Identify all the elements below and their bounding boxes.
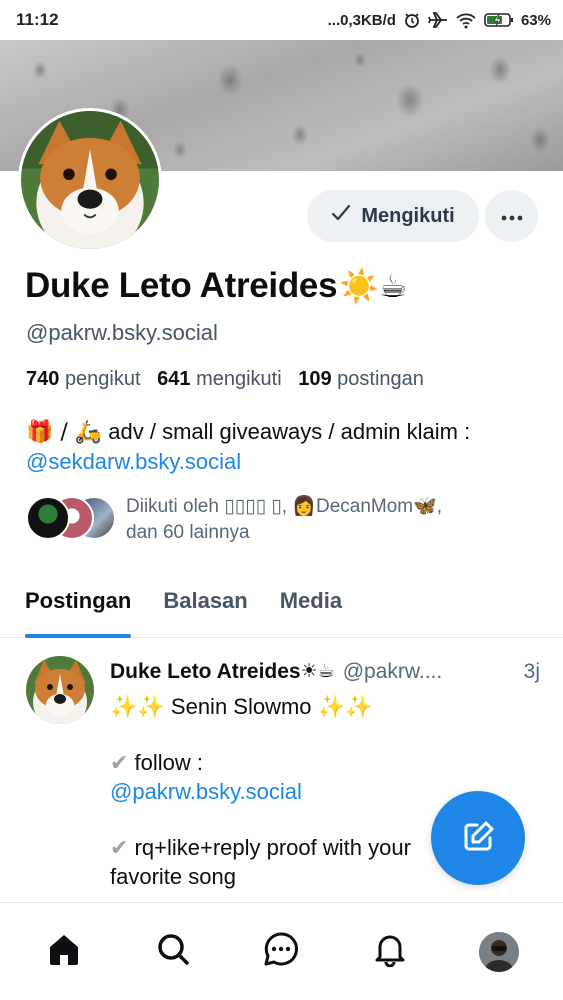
followed-by-line-1: Diikuti oleh ▯▯▯▯ ▯, 👩DecanMom🦋,	[126, 496, 443, 517]
post-line-2: ✔ follow :	[110, 748, 550, 777]
display-name-emoji: ☀️☕	[339, 267, 408, 305]
network-speed: ...0,3KB/d	[327, 11, 396, 29]
bio-line-1: 🎁 / 🛵 adv / small giveaways / admin klai…	[26, 417, 546, 447]
post-author-avatar[interactable]	[26, 656, 94, 724]
notifications-icon	[372, 931, 408, 972]
compose-button[interactable]	[431, 791, 525, 885]
sparkles-icon: ✨✨	[110, 695, 165, 720]
tab-balasan[interactable]: Balasan	[163, 582, 247, 638]
check-icon: ✔	[110, 751, 129, 776]
profile-avatar-icon	[478, 931, 519, 972]
checkmark-icon	[331, 204, 351, 228]
posts-count: 109	[298, 368, 332, 390]
bottom-nav	[0, 902, 563, 1000]
followers-label: pengikut	[64, 368, 141, 390]
followed-by[interactable]: Diikuti oleh ▯▯▯▯ ▯, 👩DecanMom🦋, dan 60 …	[26, 494, 526, 546]
alarm-icon	[403, 11, 421, 29]
nav-notifications[interactable]	[360, 922, 420, 982]
wifi-icon	[455, 11, 477, 29]
follower-avatar-1	[26, 496, 70, 540]
followed-by-line-2: dan 60 lainnya	[126, 522, 250, 543]
post-line-1-text: Senin Slowmo	[164, 694, 318, 719]
post-line-1: ✨✨ Senin Slowmo ✨✨	[110, 692, 550, 721]
status-bar: 11:12 ...0,3KB/d 63%	[0, 0, 563, 40]
ellipsis-icon	[501, 209, 523, 224]
check-icon: ✔	[110, 836, 129, 861]
profile-stats: 740 pengikut 641 mengikuti 109 postingan	[26, 368, 435, 391]
more-options-button[interactable]	[485, 190, 538, 242]
post-line-2-text: follow :	[128, 750, 204, 775]
profile-display-name: Duke Leto Atreides ☀️☕	[25, 266, 408, 306]
followers-count: 740	[26, 368, 60, 390]
tab-media[interactable]: Media	[280, 582, 342, 638]
bio-emoji: 🎁 / 🛵	[26, 420, 103, 445]
bio-text: adv / small giveaways / admin klaim :	[102, 419, 471, 444]
post-mention-link[interactable]: @pakrw.bsky.social	[110, 779, 302, 804]
profile-avatar[interactable]	[18, 108, 162, 252]
profile-bio: 🎁 / 🛵 adv / small giveaways / admin klai…	[26, 417, 546, 476]
display-name-text: Duke Leto Atreides	[25, 266, 338, 305]
post-author-handle: @pakrw....	[342, 660, 443, 683]
tab-postingan[interactable]: Postingan	[25, 582, 132, 638]
posts-label: postingan	[337, 368, 424, 390]
chat-icon	[263, 931, 299, 972]
bio-mention-link[interactable]: @sekdarw.bsky.social	[26, 447, 546, 476]
post-timestamp: 3j	[523, 660, 540, 683]
following-button-label: Mengikuti	[361, 204, 455, 227]
status-time: 11:12	[16, 10, 59, 29]
posts-stat: 109 postingan	[298, 368, 435, 390]
followers-stat[interactable]: 740 pengikut	[26, 368, 152, 390]
post-author-name: Duke Leto Atreides	[110, 660, 301, 683]
nav-home[interactable]	[34, 922, 94, 982]
following-stat[interactable]: 641 mengikuti	[157, 368, 293, 390]
followed-by-avatars	[26, 494, 116, 542]
home-icon	[46, 931, 82, 972]
following-count: 641	[157, 368, 191, 390]
followed-by-text: Diikuti oleh ▯▯▯▯ ▯, 👩DecanMom🦋, dan 60 …	[126, 494, 526, 546]
sparkles-icon: ✨✨	[317, 695, 373, 720]
airplane-icon	[428, 11, 448, 29]
post-header[interactable]: Duke Leto Atreides ☀☕ @pakrw.... 3j	[110, 660, 540, 684]
following-button[interactable]: Mengikuti	[307, 190, 479, 242]
status-icons: ...0,3KB/d 63%	[328, 11, 551, 29]
compose-icon	[460, 819, 496, 858]
search-icon	[155, 931, 191, 972]
following-label: mengikuti	[196, 368, 282, 390]
post-line-4-text: rq+like+reply proof with your	[128, 835, 411, 860]
post-author-emoji: ☀☕	[300, 660, 335, 682]
profile-tabs: Postingan Balasan Media	[0, 582, 563, 638]
battery-level: 63%	[520, 11, 551, 29]
profile-handle: @pakrw.bsky.social	[26, 320, 218, 345]
nav-chat[interactable]	[251, 922, 311, 982]
battery-charging-icon	[484, 11, 514, 29]
nav-profile[interactable]	[469, 922, 529, 982]
nav-search[interactable]	[143, 922, 203, 982]
